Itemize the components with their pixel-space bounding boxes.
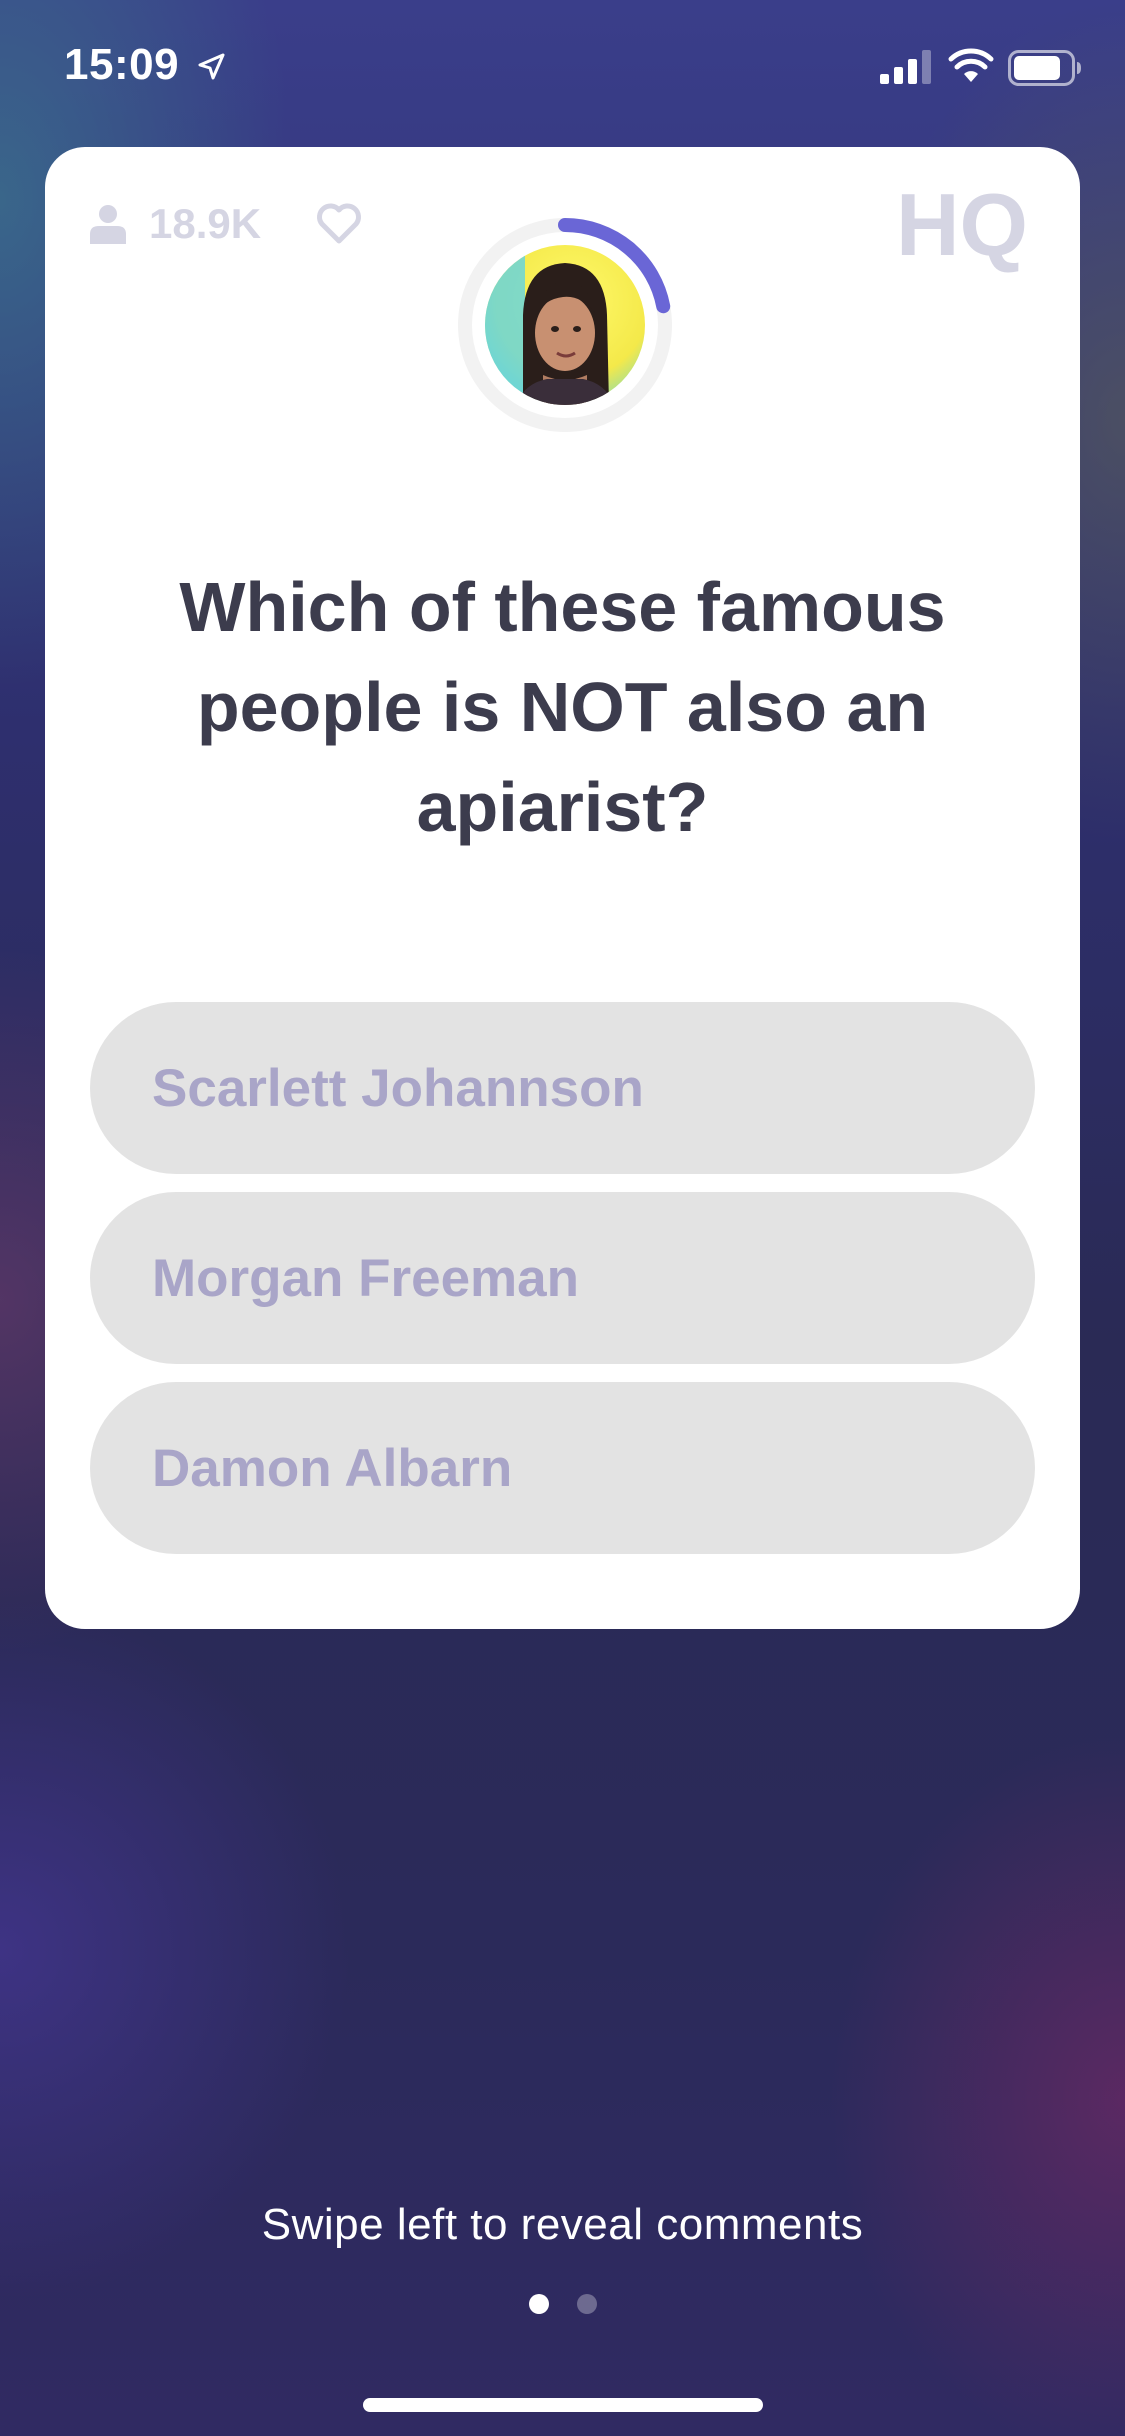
swipe-hint: Swipe left to reveal comments <box>261 2200 864 2249</box>
answer-option-3[interactable]: Damon Albarn <box>90 1382 1035 1554</box>
answer-option-1[interactable]: Scarlett Johannson <box>90 1002 1035 1174</box>
hq-logo: HQ <box>896 177 1028 274</box>
status-time: 15:09 <box>64 40 180 89</box>
host-timer <box>455 215 675 435</box>
page-indicator[interactable] <box>0 2294 1125 2314</box>
viewer-count: 18.9K <box>89 199 261 249</box>
answer-list: Scarlett Johannson Morgan Freeman Damon … <box>90 1002 1035 1572</box>
hq-logo-text: HQ <box>896 177 1028 274</box>
answer-option-2[interactable]: Morgan Freeman <box>90 1192 1035 1364</box>
question-card: 18.9K HQ Which of these famous people is… <box>45 147 1080 1629</box>
page-dot-inactive[interactable] <box>576 2294 597 2314</box>
home-indicator[interactable] <box>363 2398 763 2412</box>
user-icon <box>90 205 126 244</box>
battery-icon <box>1008 50 1081 86</box>
host-avatar <box>485 245 645 405</box>
cellular-signal-icon <box>880 50 931 84</box>
viewer-count-label: 18.9K <box>149 200 262 247</box>
host-video-image <box>485 245 645 405</box>
question-text: Which of these famous people is NOT also… <box>179 568 946 846</box>
heart-icon[interactable] <box>315 201 363 245</box>
status-bar: 15:09 <box>0 0 1125 135</box>
page-dot-active[interactable] <box>528 2294 549 2314</box>
location-arrow-icon <box>198 53 225 80</box>
wifi-icon <box>948 48 994 82</box>
